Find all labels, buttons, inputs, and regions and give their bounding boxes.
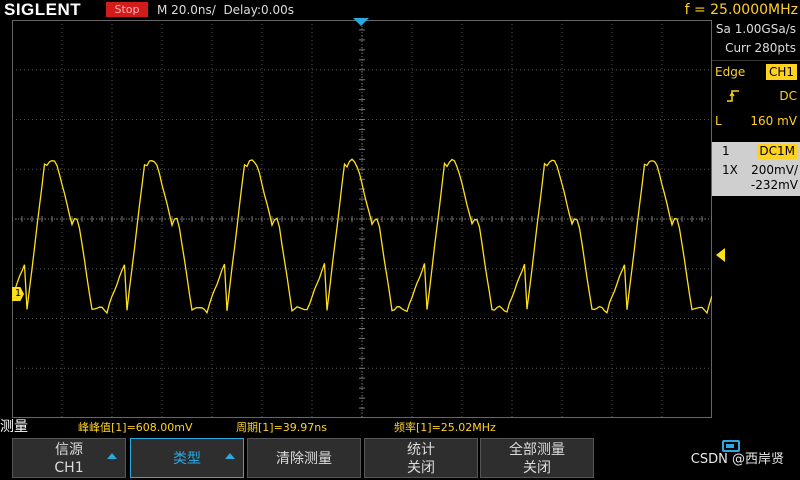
softkey-clear-measure[interactable]: 清除测量 (247, 438, 361, 478)
channel-coupling: DC1M (757, 144, 797, 159)
softkey-all-label: 全部测量 (509, 442, 565, 458)
memory-depth: Curr 280pts (725, 41, 796, 55)
trigger-level: 160 mV (750, 114, 797, 128)
measure-pk-pk: 峰峰值[1]=608.00mV (78, 421, 193, 434)
usb-icon (722, 440, 740, 452)
timebase-value: M 20.0ns/ (157, 3, 216, 17)
info-panel: Sa 1.00GSa/s Curr 280pts Edge CH1 DC L 1… (712, 20, 800, 420)
softkey-bar: 信源 CH1 类型 清除测量 统计 关闭 全部测量 关闭 (0, 436, 712, 480)
measure-frequency: 频率[1]=25.02MHz (394, 421, 496, 434)
softkey-clear-label: 清除测量 (276, 451, 332, 467)
watermark: CSDN @西岸贤 (690, 452, 784, 467)
brand-logo: SIGLENT (4, 0, 82, 19)
graticule (12, 20, 712, 418)
softkey-source[interactable]: 信源 CH1 (12, 438, 126, 478)
measurement-bar: 测量 峰峰值[1]=608.00mV 周期[1]=39.97ns 频率[1]=2… (0, 418, 712, 436)
trigger-source: CH1 (765, 64, 797, 80)
softkey-source-value: CH1 (54, 460, 84, 476)
softkey-type-label: 类型 (173, 451, 201, 467)
frequency-counter: f = 25.0000MHz (684, 2, 798, 18)
measure-title: 测量 (0, 419, 28, 435)
measure-period: 周期[1]=39.97ns (236, 421, 327, 434)
softkey-type[interactable]: 类型 (130, 438, 244, 478)
delay-value: Delay:0.00s (223, 3, 294, 17)
trigger-type: Edge (715, 65, 746, 79)
trigger-level-label: L (715, 114, 722, 128)
softkey-all-measure[interactable]: 全部测量 关闭 (480, 438, 594, 478)
vertical-offset: -232mV (750, 178, 798, 192)
sample-rate: Sa 1.00GSa/s (715, 22, 796, 36)
softkey-statistics-value: 关闭 (407, 460, 435, 476)
channel-1-panel[interactable]: 1 DC1M 1X 200mV/ -232mV (712, 142, 800, 196)
trigger-position-marker[interactable] (353, 18, 369, 26)
waveform-display[interactable]: 1 (12, 20, 725, 418)
softkey-statistics-label: 统计 (407, 442, 435, 458)
run-stop-indicator[interactable]: Stop (106, 2, 148, 17)
corner-status: CSDN @西岸贤 (691, 436, 800, 480)
vertical-scale: 200mV/ (751, 163, 798, 177)
status-bar: SIGLENT Stop M 20.0ns/ Delay:0.00s f = 2… (0, 0, 800, 20)
softkey-statistics[interactable]: 统计 关闭 (364, 438, 478, 478)
softkey-all-value: 关闭 (523, 460, 551, 476)
channel-number: 1 (722, 144, 730, 158)
rising-edge-icon (726, 89, 740, 106)
trigger-panel[interactable]: Edge CH1 DC L 160 mV (712, 60, 800, 153)
timebase-readout: M 20.0ns/ Delay:0.00s (157, 2, 294, 18)
up-arrow-icon (107, 453, 117, 459)
trigger-coupling: DC (779, 89, 797, 103)
probe-attenuation: 1X (722, 163, 738, 177)
up-arrow-icon (225, 453, 235, 459)
